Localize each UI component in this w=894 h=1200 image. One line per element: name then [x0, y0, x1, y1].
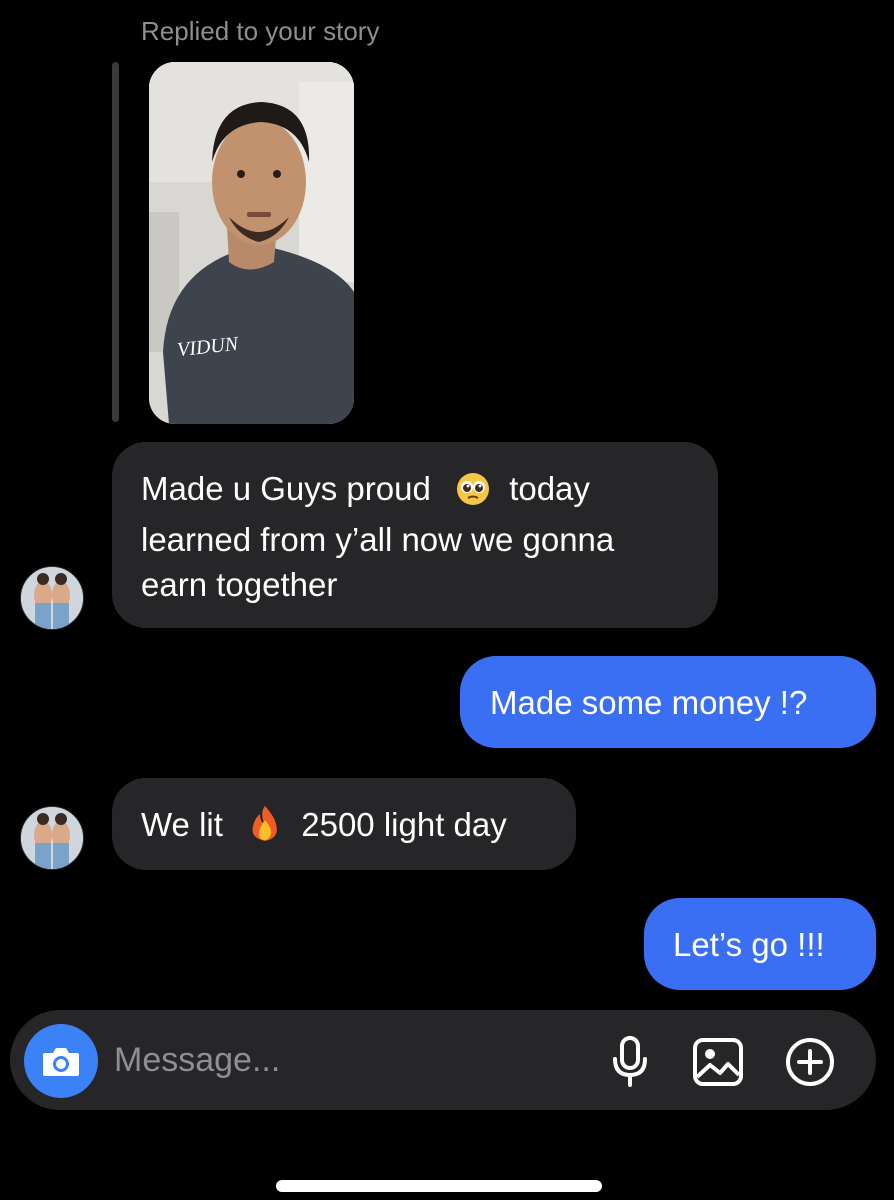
- message-text: learned from y’all now we gonna: [141, 521, 615, 558]
- message-text: 2500 light day: [301, 806, 507, 843]
- message-text: We lit: [141, 806, 223, 843]
- outgoing-message-bubble[interactable]: Made some money !?: [460, 656, 876, 748]
- microphone-button[interactable]: [602, 1034, 658, 1090]
- message-input[interactable]: [112, 1034, 586, 1086]
- message-text: Made u Guys proud: [141, 470, 431, 507]
- story-thumbnail[interactable]: VIDUN: [149, 62, 354, 424]
- message-composer: [10, 1010, 876, 1110]
- fire-emoji: [248, 804, 282, 853]
- incoming-message-bubble[interactable]: We lit 2500 light day: [112, 778, 576, 870]
- gallery-button[interactable]: [690, 1034, 746, 1090]
- message-text: earn together: [141, 566, 338, 603]
- message-text: today: [509, 470, 590, 507]
- gallery-icon: [693, 1038, 743, 1086]
- pleading-face-emoji: [456, 472, 490, 517]
- reply-context-label: Replied to your story: [141, 16, 380, 46]
- microphone-icon: [613, 1036, 647, 1087]
- plus-circle-icon: [786, 1038, 834, 1086]
- add-button[interactable]: [782, 1034, 838, 1090]
- home-indicator[interactable]: [276, 1180, 602, 1192]
- camera-icon: [43, 1048, 79, 1076]
- camera-button[interactable]: [24, 1024, 98, 1098]
- outgoing-message-bubble[interactable]: Let’s go !!!: [644, 898, 876, 990]
- reply-quote-bar: [112, 62, 119, 422]
- avatar[interactable]: [20, 806, 84, 870]
- message-text: Let’s go !!!: [673, 926, 825, 963]
- incoming-message-bubble[interactable]: Made u Guys proud today learned from y’a…: [112, 442, 718, 628]
- message-text: Made some money !?: [490, 684, 808, 721]
- avatar[interactable]: [20, 566, 84, 630]
